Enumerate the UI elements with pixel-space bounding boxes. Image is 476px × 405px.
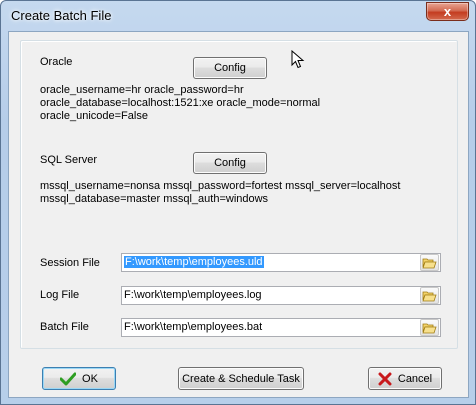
title-bar[interactable]: Create Batch File x [1, 1, 475, 31]
sqlserver-settings-line-1: mssql_username=nonsa mssql_password=fort… [40, 180, 401, 192]
sqlserver-label: SQL Server [40, 154, 98, 166]
mouse-pointer-icon [291, 50, 305, 69]
folder-icon [422, 323, 437, 333]
oracle-label: Oracle [40, 56, 73, 68]
batch-file-label: Batch File [40, 321, 89, 333]
log-file-label: Log File [40, 289, 80, 301]
batch-file-browse-button[interactable] [420, 319, 439, 336]
x-icon [378, 372, 392, 386]
session-file-input[interactable]: F:\work\temp\employees.uld [121, 253, 441, 272]
batch-file-input[interactable]: F:\work\temp\employees.bat [121, 318, 441, 337]
oracle-settings-line-3: oracle_unicode=False [40, 110, 148, 122]
check-icon [60, 372, 77, 386]
session-file-browse-button[interactable] [420, 254, 439, 271]
window-title: Create Batch File [11, 8, 112, 23]
ok-label: OK [82, 372, 98, 385]
create-schedule-task-button[interactable]: Create & Schedule Task [178, 367, 304, 390]
log-file-browse-button[interactable] [420, 287, 439, 304]
oracle-settings-line-1: oracle_username=hr oracle_password=hr [40, 84, 244, 96]
sqlserver-config-button[interactable]: Config [193, 152, 267, 174]
cancel-button[interactable]: Cancel [368, 367, 442, 390]
folder-icon [422, 258, 437, 268]
close-button[interactable]: x [426, 2, 469, 21]
log-file-value: F:\work\temp\employees.log [124, 289, 262, 301]
session-file-value: F:\work\temp\employees.uld [124, 256, 264, 268]
dialog-window: Create Batch File x Oracle Config oracle… [0, 0, 476, 405]
dialog-body: Oracle Config oracle_username=hr oracle_… [8, 31, 469, 398]
oracle-config-button[interactable]: Config [193, 57, 267, 79]
session-file-label: Session File [40, 257, 100, 269]
sqlserver-settings-line-2: mssql_database=master mssql_auth=windows [40, 193, 269, 205]
folder-icon [422, 291, 437, 301]
log-file-input[interactable]: F:\work\temp\employees.log [121, 286, 441, 305]
ok-button[interactable]: OK [42, 367, 116, 390]
oracle-settings-line-2: oracle_database=localhost:1521:xe oracle… [40, 97, 321, 109]
close-icon: x [443, 4, 452, 19]
batch-file-value: F:\work\temp\employees.bat [124, 321, 263, 333]
cancel-label: Cancel [397, 372, 433, 385]
